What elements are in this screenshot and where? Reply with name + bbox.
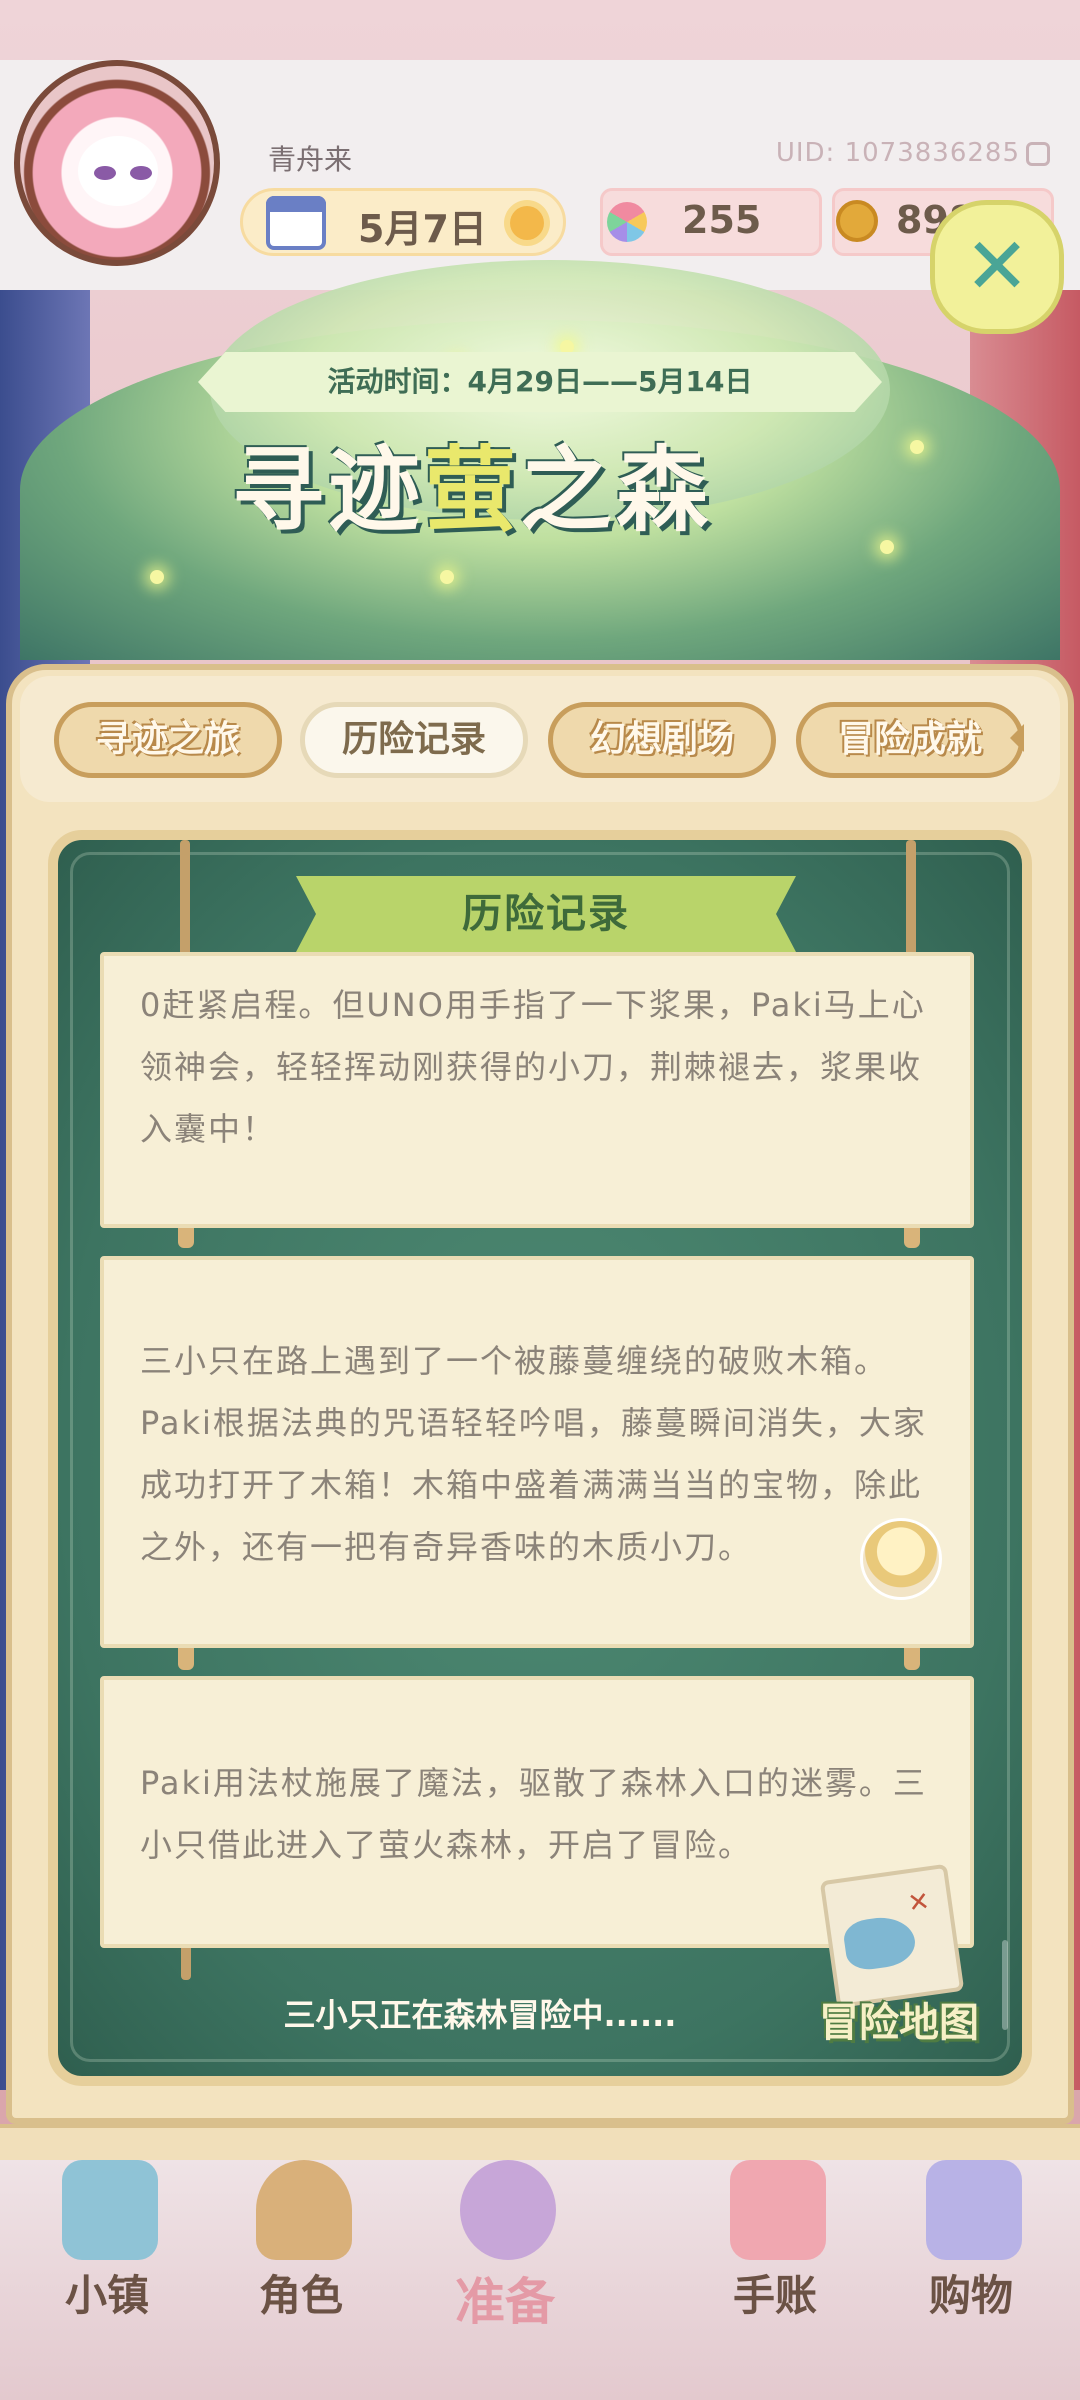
avatar-eye-left	[94, 166, 116, 180]
event-time: 活动时间：4月29日——5月14日	[327, 365, 753, 398]
nav-label: 手账	[732, 2271, 817, 2320]
tab-achievements[interactable]: 冒险成就	[796, 702, 1024, 778]
event-title: 寻迹萤之森	[232, 416, 712, 549]
map-water	[841, 1913, 918, 1973]
character-sticker	[860, 1518, 942, 1600]
firefly	[150, 570, 164, 584]
tab-adventure-log[interactable]: 历险记录	[300, 702, 528, 778]
flower-count: 255	[682, 198, 762, 242]
event-banner: 寻迹萤之森	[0, 240, 1080, 680]
tab-ornament-icon	[1010, 724, 1024, 752]
nav-shop[interactable]: 购物	[886, 2150, 1056, 2340]
flower-icon	[607, 202, 647, 242]
tab-fantasy-theater[interactable]: 幻想剧场	[548, 702, 776, 778]
avatar-eye-right	[130, 166, 152, 180]
journal-icon	[730, 2160, 826, 2260]
coin-icon	[836, 200, 878, 242]
sun-icon	[510, 206, 544, 240]
event-title-part1: 寻迹	[232, 436, 425, 544]
scrollbar[interactable]	[1002, 1940, 1008, 2030]
firefly	[880, 540, 894, 554]
character-icon	[256, 2160, 352, 2260]
adventure-map-button[interactable]: ✕ 冒险地图	[806, 1863, 992, 2052]
log-card-text: 0赶紧启程。但UNO用手指了一下浆果，Paki马上心领神会，轻轻挥动刚获得的小刀…	[140, 986, 926, 1148]
shopping-bag-icon	[926, 2160, 1022, 2260]
firefly	[440, 570, 454, 584]
event-title-part2: 萤	[424, 436, 521, 544]
tab-journey[interactable]: 寻迹之旅	[54, 702, 282, 778]
close-button[interactable]: ✕	[930, 200, 1064, 334]
log-card: 0赶紧启程。但UNO用手指了一下浆果，Paki马上心领神会，轻轻挥动刚获得的小刀…	[100, 952, 974, 1228]
event-title-part3: 之森	[520, 436, 713, 544]
player-uid: UID: 1073836285	[775, 138, 1020, 168]
nav-label: 准备	[455, 2272, 555, 2331]
board-title: 历险记录	[462, 891, 630, 937]
log-card: 三小只在路上遇到了一个被藤蔓缠绕的破败木箱。Paki根据法典的咒语轻轻吟唱，藤蔓…	[100, 1256, 974, 1648]
nav-prepare[interactable]: 准备	[420, 2150, 590, 2340]
map-x-mark: ✕	[905, 1886, 932, 1920]
firefly	[910, 440, 924, 454]
player-name: 青舟来	[268, 143, 353, 176]
copy-uid-icon[interactable]	[1026, 142, 1050, 166]
map-label: 冒险地图	[819, 2000, 979, 2046]
nav-label: 购物	[928, 2271, 1013, 2320]
close-icon: ✕	[964, 222, 1030, 312]
hanging-rope	[906, 840, 916, 960]
player-avatar[interactable]	[14, 60, 220, 266]
log-card-text: 三小只在路上遇到了一个被藤蔓缠绕的破败木箱。Paki根据法典的咒语轻轻吟唱，藤蔓…	[140, 1342, 927, 1566]
map-icon: ✕	[819, 1863, 965, 2009]
nav-character[interactable]: 角色	[216, 2150, 386, 2340]
nav-label: 角色	[258, 2271, 343, 2320]
nav-town[interactable]: 小镇	[22, 2150, 192, 2340]
adventure-status: 三小只正在森林冒险中......	[283, 1996, 677, 2034]
hanging-rope	[180, 840, 190, 960]
town-icon	[62, 2160, 158, 2260]
log-card-text: Paki用法杖施展了魔法，驱散了森林入口的迷雾。三小只借此进入了萤火森林，开启了…	[140, 1764, 927, 1864]
nav-journal[interactable]: 手账	[690, 2150, 860, 2340]
nav-label: 小镇	[64, 2271, 149, 2320]
bouquet-icon	[460, 2160, 556, 2260]
